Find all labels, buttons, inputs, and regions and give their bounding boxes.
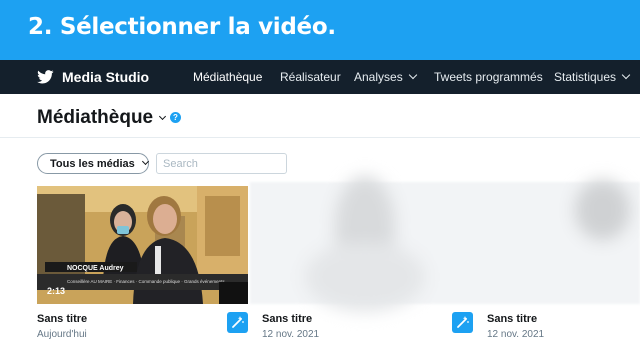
twitter-bird-icon: [37, 70, 54, 84]
video-duration: 2:13: [47, 286, 66, 296]
banner-text: 2. Sélectionner la vidéo.: [28, 14, 336, 40]
video-frame-image: NOCQUE Audrey Conseillère AU MAIRE · Fin…: [37, 186, 248, 304]
media-date: Aujourd'hui: [37, 329, 87, 340]
tutorial-banner: 2. Sélectionner la vidéo.: [0, 0, 640, 60]
chevron-down-icon: [408, 70, 417, 80]
media-filter-dropdown[interactable]: Tous les médias: [37, 153, 149, 174]
chevron-down-icon[interactable]: [158, 112, 167, 121]
top-navigation: Media Studio Médiathèque Réalisateur Ana…: [0, 60, 640, 94]
search-input[interactable]: [156, 153, 287, 174]
magic-wand-icon: [232, 316, 244, 328]
chevron-down-icon: [141, 157, 149, 166]
media-title[interactable]: Sans titre: [37, 313, 87, 325]
media-title[interactable]: Sans titre: [262, 313, 312, 325]
edit-media-button[interactable]: [452, 312, 473, 333]
magic-wand-icon: [457, 316, 469, 328]
page-title[interactable]: Médiathèque: [37, 107, 153, 129]
brand[interactable]: Media Studio: [37, 60, 149, 94]
nav-mediatheque[interactable]: Médiathèque: [193, 60, 262, 94]
edit-media-button[interactable]: [227, 312, 248, 333]
nav-realisateur[interactable]: Réalisateur: [280, 60, 341, 94]
nav-analyses[interactable]: Analyses: [354, 60, 417, 94]
video-thumbnail[interactable]: NOCQUE Audrey Conseillère AU MAIRE · Fin…: [37, 186, 248, 304]
nav-statistiques[interactable]: Statistiques: [554, 60, 631, 94]
media-date: 12 nov. 2021: [487, 329, 545, 340]
svg-text:NOCQUE Audrey: NOCQUE Audrey: [67, 265, 124, 272]
blurred-media-thumbnails: [250, 176, 640, 312]
brand-name: Media Studio: [62, 69, 150, 85]
question-icon[interactable]: ?: [170, 112, 181, 123]
media-title[interactable]: Sans titre: [487, 313, 537, 325]
nav-tweets-programmes[interactable]: Tweets programmés: [434, 60, 543, 94]
media-date: 12 nov. 2021: [262, 329, 320, 340]
svg-text:Conseillère AU MAIRE · Finance: Conseillère AU MAIRE · Finances · Comman…: [67, 279, 225, 284]
page-header: Médiathèque ?: [0, 94, 640, 138]
chevron-down-icon: [621, 70, 631, 80]
